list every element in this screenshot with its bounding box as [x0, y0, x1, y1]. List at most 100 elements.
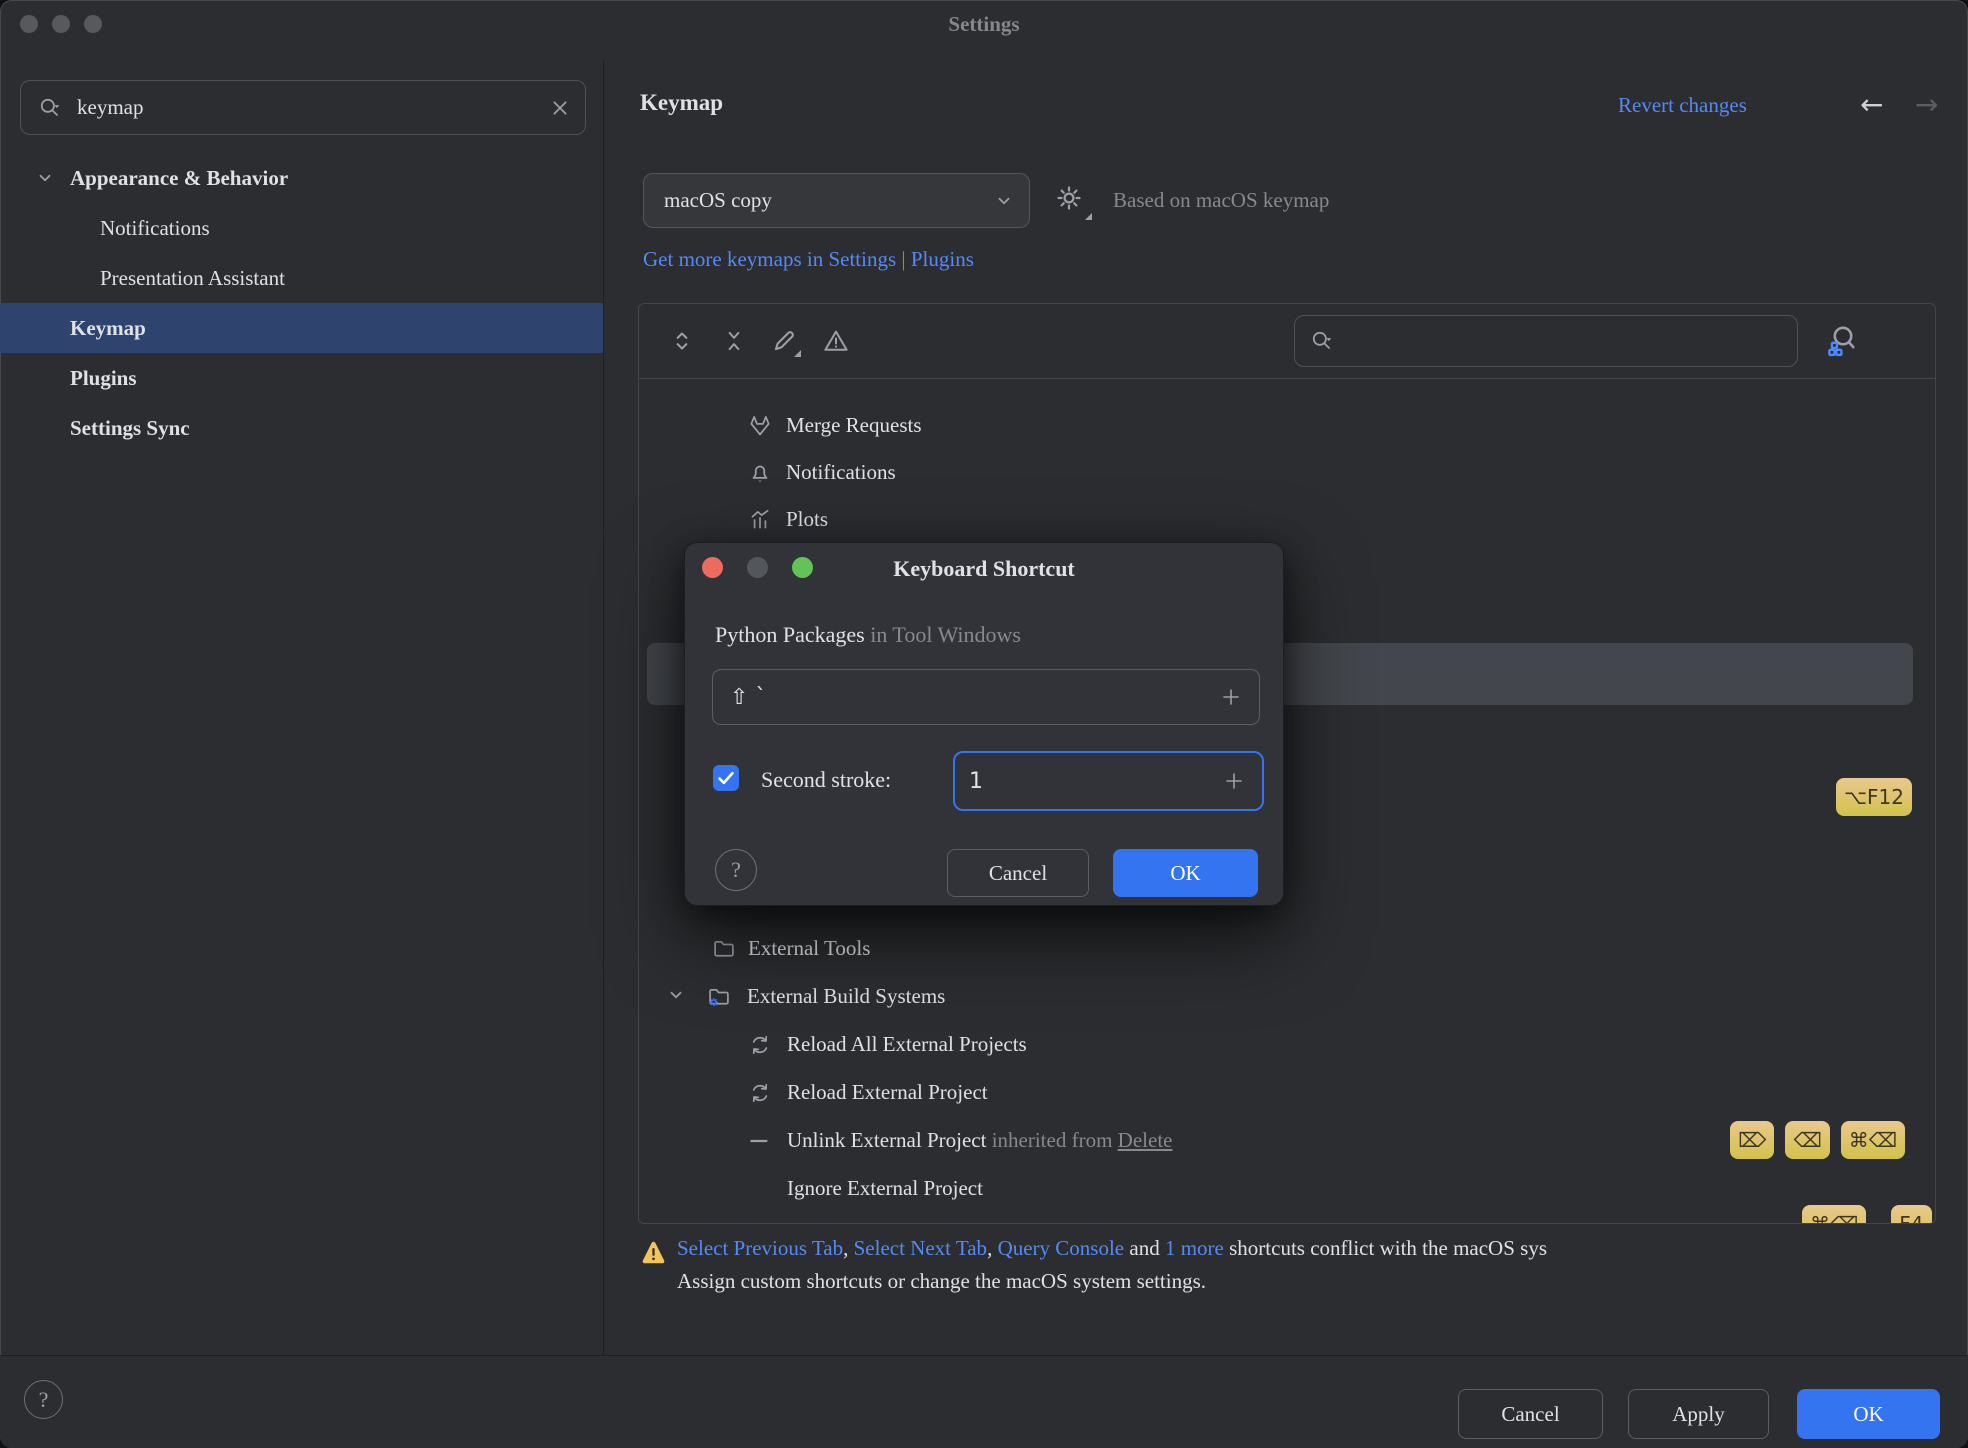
conflict-warning-line1: Select Previous Tab, Select Next Tab, Qu… — [677, 1236, 1968, 1269]
keymap-gear-icon[interactable] — [1052, 181, 1090, 219]
select-next-tab-link[interactable]: Select Next Tab — [854, 1236, 987, 1260]
sidebar-item-plugins[interactable]: Plugins — [0, 353, 603, 403]
second-stroke-input[interactable]: 1 — [953, 751, 1264, 811]
sidebar-item-label: Plugins — [70, 366, 137, 391]
tree-row-label-group: Unlink External Project inherited from D… — [787, 1128, 1172, 1153]
folder-gear-icon — [706, 984, 732, 1010]
back-arrow-icon[interactable]: ← — [1860, 88, 1883, 121]
search-icon — [37, 95, 63, 121]
keymap-select[interactable]: macOS copy — [643, 173, 1030, 228]
refresh-icon — [747, 1032, 773, 1058]
titlebar: Settings — [0, 0, 1968, 60]
shortcut-badge: F4 — [1891, 1205, 1931, 1224]
shortcut-badge: ⌥F12 — [1836, 778, 1912, 816]
tree-row-external-tools[interactable]: External Tools — [639, 926, 1935, 973]
add-stroke-icon[interactable] — [1219, 685, 1243, 709]
get-more-keymaps-row: Get more keymaps in Settings | Plugins — [643, 247, 974, 272]
tree-row-external-build-systems[interactable]: External Build Systems — [639, 974, 1935, 1021]
tree-row-label: External Tools — [748, 936, 870, 961]
shortcut-badge: ⌫ — [1785, 1121, 1829, 1159]
settings-search-input[interactable]: keymap — [20, 80, 586, 135]
sidebar-item-appearance-behavior[interactable]: Appearance & Behavior — [0, 153, 603, 203]
tree-row-label: Notifications — [786, 460, 896, 485]
dropdown-corner-triangle — [794, 350, 801, 357]
chevron-down-icon — [995, 192, 1013, 210]
action-name: Python Packages — [715, 622, 865, 647]
bell-icon — [747, 460, 773, 486]
second-stroke-value: 1 — [969, 769, 983, 794]
sidebar-item-label: Notifications — [100, 216, 210, 241]
inherited-from-delete-link[interactable]: Delete — [1118, 1128, 1173, 1152]
sidebar-item-presentation-assistant[interactable]: Presentation Assistant — [0, 253, 603, 303]
add-stroke-icon[interactable] — [1222, 769, 1246, 793]
window-title: Settings — [0, 12, 1968, 37]
select-previous-tab-link[interactable]: Select Previous Tab — [677, 1236, 843, 1260]
search-icon — [1309, 328, 1335, 354]
help-button[interactable]: ? — [24, 1380, 63, 1419]
refresh-icon — [747, 1080, 773, 1106]
settings-window: Settings keymap Appearance & Behavior No… — [0, 0, 1968, 1448]
first-stroke-input[interactable]: ⇧ ` — [712, 669, 1260, 725]
first-stroke-value: ⇧ ` — [730, 685, 766, 710]
tree-row-reload-external-project[interactable]: Reload External Project — [639, 1070, 1935, 1117]
settings-sidebar: keymap Appearance & Behavior Notificatio… — [0, 60, 604, 1355]
second-stroke-checkbox[interactable] — [713, 765, 739, 791]
forward-arrow-icon[interactable]: → — [1915, 88, 1938, 121]
plugins-link[interactable]: Plugins — [911, 247, 974, 271]
shortcut-badge: ⌘⌫ — [1841, 1121, 1905, 1159]
based-on-label: Based on macOS keymap — [1113, 188, 1329, 213]
tree-row-label: Plots — [786, 507, 828, 532]
sidebar-item-label: Appearance & Behavior — [70, 166, 288, 191]
sidebar-item-label: Presentation Assistant — [100, 266, 285, 291]
search-value: keymap — [77, 95, 551, 120]
clear-search-icon[interactable] — [551, 99, 569, 117]
gitlab-icon — [747, 413, 773, 439]
get-more-keymaps-link[interactable]: Get more keymaps in Settings — [643, 247, 896, 271]
inherited-from-label: inherited from — [986, 1128, 1117, 1152]
plots-icon — [747, 507, 773, 533]
footer-bar: ? Cancel Apply OK — [0, 1355, 1968, 1448]
apply-button[interactable]: Apply — [1628, 1389, 1769, 1439]
tree-row-merge-requests[interactable]: Merge Requests — [639, 403, 1935, 450]
dialog-cancel-button[interactable]: Cancel — [947, 849, 1089, 897]
shortcut-badges: ⌦ ⌫ ⌘⌫ — [1730, 1121, 1905, 1159]
sidebar-item-notifications[interactable]: Notifications — [0, 203, 603, 253]
dropdown-corner-triangle — [1085, 213, 1092, 220]
tree-row-unlink-external-project[interactable]: Unlink External Project inherited from D… — [639, 1118, 1935, 1165]
one-more-link[interactable]: 1 more — [1165, 1236, 1224, 1260]
conflicts-warning-icon[interactable] — [821, 326, 851, 356]
dialog-title: Keyboard Shortcut — [685, 556, 1283, 582]
tree-row-notifications[interactable]: Notifications — [639, 450, 1935, 497]
tree-row-label: External Build Systems — [747, 984, 945, 1009]
tree-row-label: Reload External Project — [787, 1080, 988, 1105]
tree-search-input[interactable] — [1294, 315, 1798, 367]
sidebar-item-label: Settings Sync — [70, 416, 190, 441]
dialog-help-button[interactable]: ? — [715, 849, 757, 891]
tree-row-plots[interactable]: Plots — [639, 497, 1935, 544]
cancel-button[interactable]: Cancel — [1458, 1389, 1603, 1439]
revert-changes-link[interactable]: Revert changes — [1618, 93, 1747, 118]
keyboard-shortcut-dialog: Keyboard Shortcut Python Packages in Too… — [685, 543, 1283, 905]
tree-row-ignore-external-project[interactable]: Ignore External Project — [639, 1166, 1935, 1213]
shortcut-badge: ⌦ — [1730, 1121, 1774, 1159]
tree-row-label: Ignore External Project — [787, 1176, 983, 1201]
chevron-down-icon[interactable] — [667, 986, 693, 1012]
dialog-ok-button[interactable]: OK — [1113, 849, 1258, 897]
folder-icon — [711, 936, 737, 962]
conflict-warning-line2: Assign custom shortcuts or change the ma… — [677, 1269, 1968, 1302]
collapse-all-icon[interactable] — [719, 326, 749, 356]
second-stroke-label: Second stroke: — [761, 767, 891, 793]
action-context: in Tool Windows — [865, 622, 1021, 647]
conflict-warning: Select Previous Tab, Select Next Tab, Qu… — [677, 1236, 1968, 1302]
ok-button[interactable]: OK — [1797, 1389, 1940, 1439]
tree-row-reload-all-external-projects[interactable]: Reload All External Projects — [639, 1022, 1935, 1069]
minus-icon — [747, 1128, 773, 1154]
chevron-down-icon[interactable] — [36, 169, 54, 187]
sidebar-item-keymap[interactable]: Keymap — [0, 303, 603, 353]
find-actions-by-shortcut-icon[interactable] — [1824, 321, 1862, 359]
edit-shortcut-icon[interactable] — [769, 326, 799, 356]
query-console-link[interactable]: Query Console — [998, 1236, 1125, 1260]
expand-all-icon[interactable] — [667, 326, 697, 356]
dialog-action-line: Python Packages in Tool Windows — [715, 622, 1021, 648]
sidebar-item-settings-sync[interactable]: Settings Sync — [0, 403, 603, 453]
